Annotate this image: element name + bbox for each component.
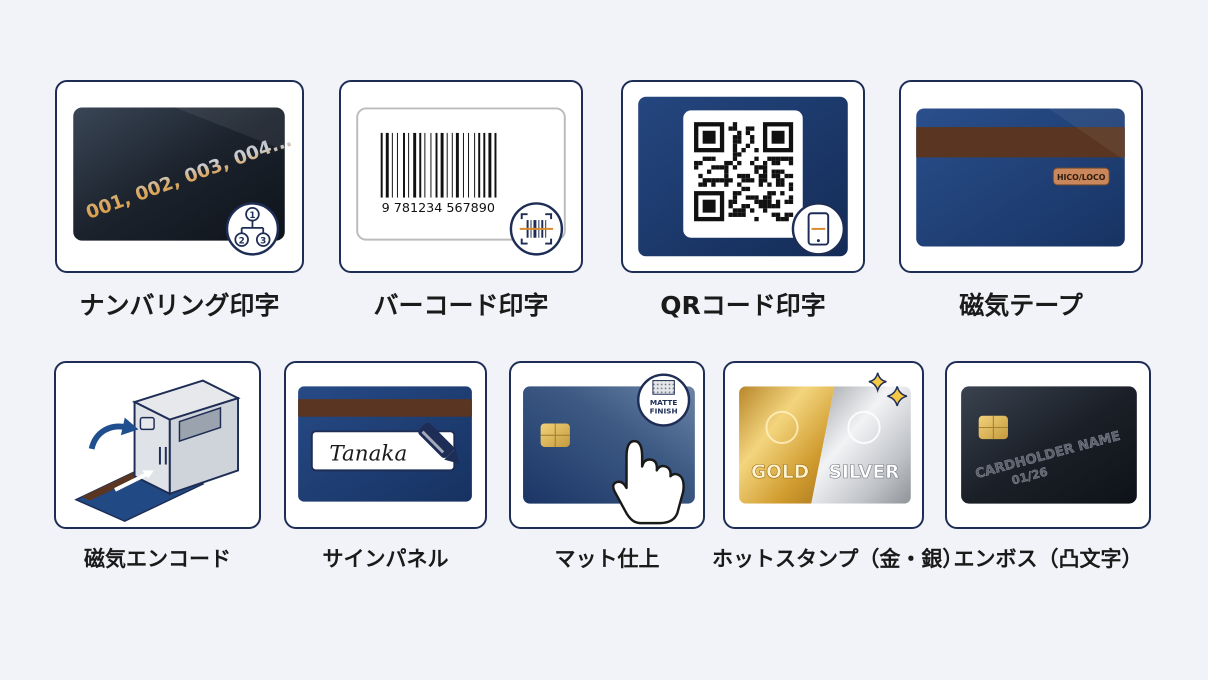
emboss-tile: CARDHOLDER NAME 01/26	[945, 361, 1151, 529]
emboss-card-illustration: CARDHOLDER NAME 01/26	[961, 386, 1137, 504]
svg-text:1: 1	[249, 211, 255, 221]
caption-signature-panel: サインパネル	[322, 547, 449, 571]
numbering-card-illustration: 001, 002, 003, 004... 1 2 3	[73, 107, 295, 256]
svg-text:3: 3	[260, 237, 266, 247]
mag-stripe-tile: HICO/LOCO	[899, 80, 1143, 273]
mag-encode-tile	[54, 361, 261, 529]
caption-mag-encode: 磁気エンコード	[84, 547, 231, 571]
smartphone-scan-icon	[791, 202, 846, 256]
barcode-scan-icon	[509, 202, 564, 256]
numbering-tile: 001, 002, 003, 004... 1 2 3	[55, 80, 304, 273]
hot-stamp-card-illustration: GOLD SILVER	[739, 372, 911, 504]
gold-text: GOLD	[751, 462, 809, 483]
svg-text:FINISH: FINISH	[650, 407, 678, 416]
barcode-digits: 9 781234 567890	[382, 201, 495, 216]
qrcode-card-illustration	[638, 96, 848, 257]
caption-emboss: エンボス（凸文字）	[953, 547, 1143, 571]
matte-card-illustration: MATTE FINISH	[523, 373, 695, 525]
hot-stamp-tile: GOLD SILVER	[723, 361, 924, 529]
barcode-tile: 9 781234 567890	[339, 80, 583, 273]
barcode-card-illustration: 9 781234 567890	[356, 107, 566, 256]
matte-tile: MATTE FINISH	[509, 361, 705, 529]
svg-text:2: 2	[239, 237, 245, 247]
signature-panel-tile: Tanaka	[284, 361, 487, 529]
caption-barcode: バーコード印字	[373, 291, 549, 320]
matte-finish-badge: MATTE FINISH	[637, 373, 691, 427]
hierarchy-icon: 1 2 3	[225, 202, 280, 256]
caption-matte: マット仕上	[554, 547, 660, 571]
svg-text:MATTE: MATTE	[650, 398, 678, 407]
signature-card-illustration: Tanaka	[298, 386, 472, 502]
signature-text: Tanaka	[329, 442, 407, 467]
caption-mag-stripe: 磁気テープ	[959, 291, 1083, 320]
caption-numbering: ナンバリング印字	[79, 291, 280, 320]
encoder-printer-illustration	[74, 379, 241, 522]
silver-text: SILVER	[829, 462, 900, 483]
hico-loco-label: HICO/LOCO	[1057, 173, 1106, 182]
qrcode-tile	[621, 80, 865, 273]
caption-hot-stamp: ホットスタンプ（金・銀）	[712, 547, 964, 571]
mag-stripe-card-illustration: HICO/LOCO	[916, 108, 1125, 247]
caption-qrcode: QRコード印字	[660, 291, 826, 320]
